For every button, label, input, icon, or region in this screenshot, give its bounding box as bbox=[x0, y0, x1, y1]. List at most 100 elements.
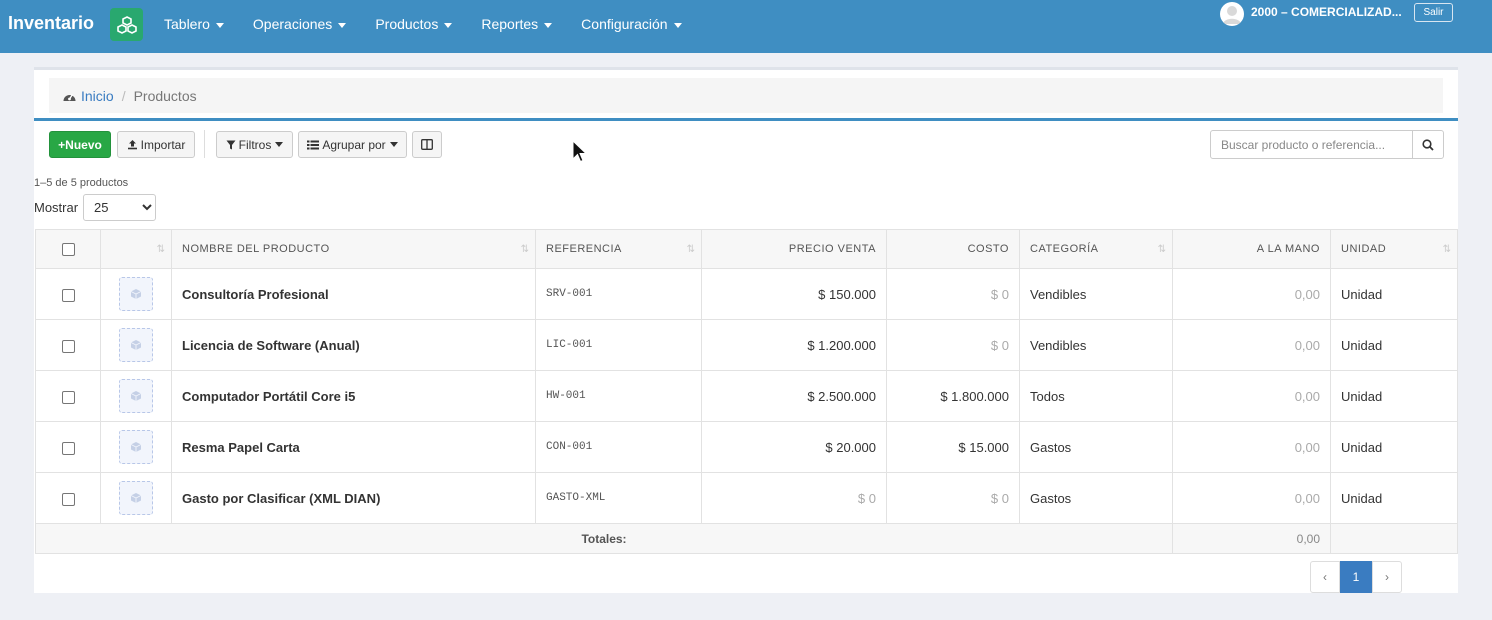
sort-icon: ⇅ bbox=[686, 244, 696, 255]
header-name[interactable]: NOMBRE DEL PRODUCTO ⇅ bbox=[171, 229, 536, 269]
group-by-button[interactable]: Agrupar por bbox=[298, 131, 407, 158]
menu-reportes[interactable]: Reportes bbox=[481, 16, 553, 32]
cell-price: $ 2.500.000 bbox=[701, 370, 887, 422]
product-thumbnail[interactable] bbox=[119, 481, 153, 515]
totals-row: Totales: 0,00 bbox=[35, 523, 1458, 554]
table-row[interactable]: Computador Portátil Core i5 HW-001 $ 2.5… bbox=[35, 370, 1458, 422]
menu-operaciones[interactable]: Operaciones bbox=[253, 16, 347, 32]
breadcrumb: Inicio / Productos bbox=[49, 78, 1443, 113]
cell-category: Vendibles bbox=[1019, 268, 1173, 320]
table-row[interactable]: Consultoría Profesional SRV-001 $ 150.00… bbox=[35, 268, 1458, 320]
cell-unit: Unidad bbox=[1330, 319, 1458, 371]
header-image[interactable]: ⇅ bbox=[100, 229, 172, 269]
header-cost[interactable]: COSTO bbox=[886, 229, 1020, 269]
breadcrumb-home[interactable]: Inicio bbox=[62, 88, 114, 104]
logout-button[interactable]: Salir bbox=[1414, 3, 1453, 22]
product-thumbnail[interactable] bbox=[119, 379, 153, 413]
table-header-row: ⇅ NOMBRE DEL PRODUCTO ⇅ REFERENCIA ⇅ PRECI… bbox=[35, 229, 1458, 269]
cube-icon bbox=[130, 289, 142, 299]
page-size-select[interactable]: 25 bbox=[83, 194, 156, 221]
search-button[interactable] bbox=[1412, 130, 1444, 159]
breadcrumb-current: Productos bbox=[133, 87, 197, 104]
product-thumbnail[interactable] bbox=[119, 328, 153, 362]
search-input[interactable] bbox=[1210, 130, 1413, 159]
table-row[interactable]: Resma Papel Carta CON-001 $ 20.000 $ 15.… bbox=[35, 421, 1458, 473]
product-thumbnail[interactable] bbox=[119, 277, 153, 311]
table-row[interactable]: Licencia de Software (Anual) LIC-001 $ 1… bbox=[35, 319, 1458, 371]
cell-name[interactable]: Resma Papel Carta bbox=[171, 421, 536, 473]
sort-icon: ⇅ bbox=[156, 244, 166, 255]
cube-icon bbox=[130, 340, 142, 350]
import-button[interactable]: Importar bbox=[117, 131, 195, 158]
cell-name[interactable]: Licencia de Software (Anual) bbox=[171, 319, 536, 371]
header-price[interactable]: PRECIO VENTA bbox=[701, 229, 887, 269]
top-navbar: Inventario Tablero Operaciones Productos… bbox=[0, 0, 1492, 53]
cell-price: $ 0 bbox=[701, 472, 887, 524]
chevron-down-icon bbox=[444, 22, 453, 28]
cell-cost: $ 0 bbox=[886, 319, 1020, 371]
table-row[interactable]: Gasto por Clasificar (XML DIAN) GASTO-XM… bbox=[35, 472, 1458, 524]
header-unit[interactable]: UNIDAD ⇅ bbox=[1330, 229, 1458, 269]
header-on-hand[interactable]: A LA MANO bbox=[1172, 229, 1331, 269]
upload-icon bbox=[127, 140, 137, 150]
totals-on-hand: 0,00 bbox=[1172, 523, 1331, 554]
brand-logo[interactable] bbox=[110, 8, 143, 41]
cell-unit: Unidad bbox=[1330, 421, 1458, 473]
cubes-icon bbox=[116, 15, 137, 34]
toolbar-separator bbox=[204, 130, 205, 158]
content-card: Inicio / Productos +Nuevo Importar Filtr… bbox=[34, 67, 1458, 593]
columns-icon bbox=[421, 139, 433, 150]
breadcrumb-separator: / bbox=[121, 87, 126, 104]
row-checkbox[interactable] bbox=[61, 339, 75, 353]
select-all-checkbox[interactable] bbox=[61, 242, 75, 256]
cell-name[interactable]: Computador Portátil Core i5 bbox=[171, 370, 536, 422]
columns-toggle-button[interactable] bbox=[412, 131, 442, 158]
cube-icon bbox=[130, 493, 142, 503]
product-thumbnail[interactable] bbox=[119, 430, 153, 464]
pagination: ‹ 1 › bbox=[1310, 561, 1402, 593]
row-checkbox[interactable] bbox=[61, 492, 75, 506]
cell-category: Gastos bbox=[1019, 421, 1173, 473]
sort-icon: ⇅ bbox=[520, 244, 530, 255]
cell-reference: CON-001 bbox=[535, 421, 702, 473]
menu-configuracion[interactable]: Configuración bbox=[581, 16, 682, 32]
cell-on-hand: 0,00 bbox=[1172, 319, 1331, 371]
filter-icon bbox=[226, 140, 236, 149]
header-category[interactable]: CATEGORÍA ⇅ bbox=[1019, 229, 1173, 269]
cube-icon bbox=[130, 442, 142, 452]
row-checkbox[interactable] bbox=[61, 441, 75, 455]
menu-productos[interactable]: Productos bbox=[375, 16, 453, 32]
sort-icon: ⇅ bbox=[1157, 244, 1167, 255]
brand-title[interactable]: Inventario bbox=[8, 13, 94, 34]
page-size-label: Mostrar bbox=[34, 200, 79, 215]
cell-category: Vendibles bbox=[1019, 319, 1173, 371]
list-icon bbox=[307, 140, 320, 149]
cell-cost: $ 0 bbox=[886, 268, 1020, 320]
search-icon bbox=[1422, 138, 1434, 151]
cell-price: $ 150.000 bbox=[701, 268, 887, 320]
cell-cost: $ 15.000 bbox=[886, 421, 1020, 473]
page-button-current[interactable]: 1 bbox=[1340, 561, 1372, 593]
avatar-icon[interactable] bbox=[1220, 2, 1244, 26]
select-all-cell bbox=[35, 229, 101, 269]
chevron-down-icon bbox=[544, 22, 553, 28]
header-reference[interactable]: REFERENCIA ⇅ bbox=[535, 229, 702, 269]
row-checkbox[interactable] bbox=[61, 390, 75, 404]
sort-icon: ⇅ bbox=[1442, 244, 1452, 255]
cell-name[interactable]: Consultoría Profesional bbox=[171, 268, 536, 320]
row-checkbox[interactable] bbox=[61, 288, 75, 302]
cell-name[interactable]: Gasto por Clasificar (XML DIAN) bbox=[171, 472, 536, 524]
company-name[interactable]: 2000 – COMERCIALIZAD... bbox=[1251, 5, 1402, 19]
cell-unit: Unidad bbox=[1330, 472, 1458, 524]
cell-category: Todos bbox=[1019, 370, 1173, 422]
cell-reference: LIC-001 bbox=[535, 319, 702, 371]
next-page-button[interactable]: › bbox=[1372, 561, 1402, 593]
filters-button[interactable]: Filtros bbox=[216, 131, 293, 158]
menu-tablero[interactable]: Tablero bbox=[164, 16, 224, 32]
prev-page-button[interactable]: ‹ bbox=[1310, 561, 1340, 593]
cell-on-hand: 0,00 bbox=[1172, 370, 1331, 422]
chevron-down-icon bbox=[389, 142, 398, 147]
main-menu: Tablero Operaciones Productos Reportes C… bbox=[164, 16, 711, 32]
new-product-button[interactable]: +Nuevo bbox=[49, 131, 111, 158]
cell-reference: HW-001 bbox=[535, 370, 702, 422]
